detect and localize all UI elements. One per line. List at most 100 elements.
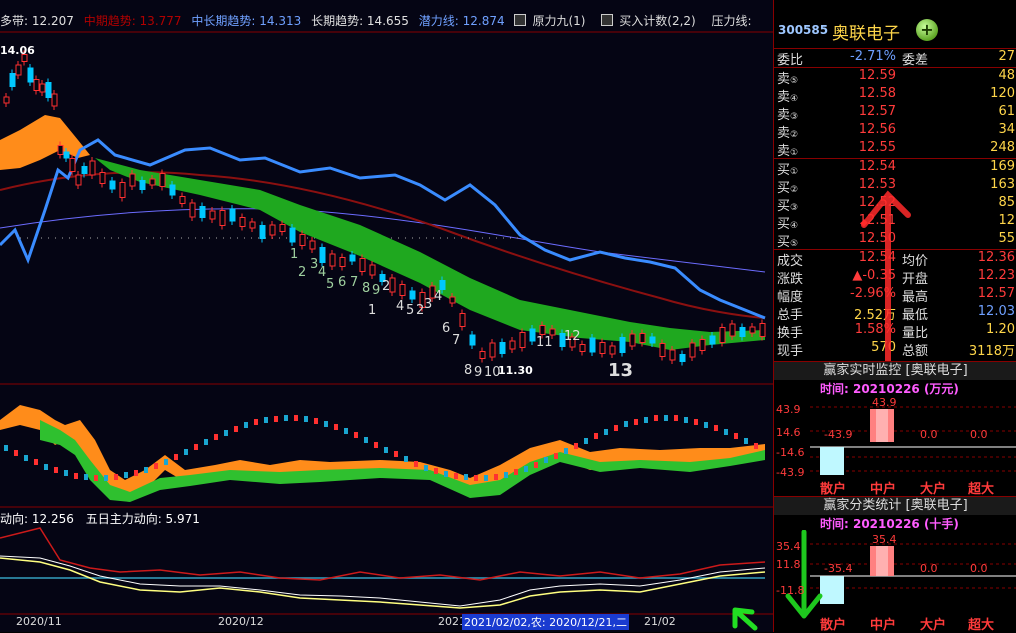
sub1-candle <box>604 429 608 435</box>
sub1-candle <box>34 459 38 465</box>
quote-label: 成交 <box>777 254 804 269</box>
td-count-label: 5 <box>406 303 414 318</box>
sub1-candle <box>724 429 728 435</box>
sub1-candle <box>204 439 208 445</box>
order-label: 卖③ <box>777 108 799 123</box>
legend-item: 长期趋势: 14.655 <box>311 14 409 28</box>
sub1-candle <box>164 459 168 465</box>
kline-chart-area[interactable]: 14.06 11.30 12345 6 7 8 9124 5 2 34678 9 1011 1213 <box>0 0 773 632</box>
order-price: 12.57 <box>858 104 896 119</box>
quote-value: 1.20 <box>986 322 1015 337</box>
td-count-label: 8 <box>362 281 370 296</box>
sub1-candle <box>514 469 518 475</box>
sub1-candle <box>394 451 398 457</box>
order-volume: 169 <box>990 159 1015 174</box>
candle <box>39 83 46 93</box>
retail-bar <box>820 447 844 475</box>
sub1-candle <box>664 415 668 421</box>
candle <box>279 224 286 232</box>
sell-order-row[interactable]: 卖⑤ 12.59 48 <box>774 68 1016 87</box>
date-axis: 2020/11 2020/12 2021 2021/02/02,农: 2020/… <box>16 614 676 630</box>
sub1-candle <box>614 425 618 431</box>
candle <box>689 342 696 358</box>
add-watchlist-button[interactable]: + <box>916 19 938 41</box>
candle <box>69 158 76 172</box>
candle <box>509 340 516 350</box>
candle <box>239 217 246 227</box>
checkbox-icon <box>601 14 614 26</box>
td-count-label: 2 <box>298 265 306 280</box>
td-count-label: 11 <box>536 335 553 350</box>
candle <box>75 174 82 186</box>
sub1-candle <box>424 465 428 471</box>
candle <box>529 328 536 342</box>
td-count-label: 13 <box>608 360 633 381</box>
candle <box>389 277 396 293</box>
legend-item: 中长期趋势: 14.313 <box>191 14 302 28</box>
sell-order-row[interactable]: 卖④ 12.58 120 <box>774 86 1016 105</box>
candle <box>699 339 706 351</box>
candle <box>309 240 316 250</box>
quote-label: 总手 <box>777 308 804 323</box>
sell-order-row[interactable]: 卖① 12.55 248 <box>774 140 1016 159</box>
order-label: 卖② <box>777 126 799 141</box>
sub1-candle <box>704 422 708 428</box>
sub1-candle <box>304 416 308 422</box>
candle <box>519 332 526 348</box>
sub1-candle <box>154 463 158 469</box>
candle <box>539 325 546 335</box>
sub1-candle <box>314 418 318 424</box>
quote-value: 3118万 <box>968 344 1015 359</box>
sub1-candle <box>504 472 508 478</box>
sub1-candle <box>534 462 538 468</box>
candle <box>199 206 206 218</box>
sub1-candle <box>264 417 268 423</box>
candle <box>579 344 586 352</box>
sub1-candle <box>644 417 648 423</box>
legend-checkbox[interactable]: 压力线: <box>712 14 758 28</box>
sub1-candle <box>434 468 438 474</box>
sub1-candle <box>44 464 48 470</box>
sub1-candle <box>594 433 598 439</box>
order-level: ⑤ <box>790 239 799 249</box>
candle <box>719 327 726 343</box>
order-volume: 55 <box>998 231 1015 246</box>
legend-checkbox[interactable]: 原力九(1) <box>514 14 591 28</box>
order-level: ③ <box>790 112 799 122</box>
sub1-candle <box>74 473 78 479</box>
sub1-candle <box>384 447 388 453</box>
candle <box>269 224 276 236</box>
red-annotation-arrow <box>860 190 911 365</box>
candle <box>409 290 416 300</box>
sub1-candle <box>584 438 588 444</box>
candle <box>589 337 596 353</box>
sell-order-row[interactable]: 卖③ 12.57 61 <box>774 104 1016 123</box>
candle <box>81 166 88 174</box>
buy-order-row[interactable]: 买① 12.54 169 <box>774 159 1016 178</box>
td-count-label: 5 <box>326 277 334 292</box>
candle <box>169 184 176 196</box>
candle <box>679 354 686 362</box>
stock-code: 300585 <box>778 23 829 37</box>
order-volume: 48 <box>998 68 1015 83</box>
quote-value: 12.23 <box>977 268 1015 283</box>
sub1-candle <box>244 422 248 428</box>
candle <box>629 333 636 347</box>
candle <box>339 257 346 267</box>
sell-order-row[interactable]: 卖② 12.56 34 <box>774 122 1016 141</box>
td-count-label: 6 <box>442 321 450 336</box>
quote-label: 换手 <box>777 326 804 341</box>
quote-value: 12.36 <box>977 250 1015 265</box>
order-price: 12.55 <box>858 140 896 155</box>
order-level: ② <box>790 185 799 195</box>
retail-bar <box>820 576 844 604</box>
legend-checkbox[interactable]: 买入计数(2,2) <box>601 14 701 28</box>
order-level: ⑤ <box>790 76 799 86</box>
td-count-label: 8 <box>464 363 472 378</box>
quote-label: 幅度 <box>777 290 804 305</box>
order-ratio-row: 委比 -2.71% 委差 27 <box>777 49 1015 68</box>
sub1-candle <box>234 426 238 432</box>
sub1-candle <box>554 453 558 459</box>
sub1-candle <box>564 448 568 454</box>
date-tooltip: 2021/02/02,农: 2020/12/21,二 <box>462 614 629 630</box>
